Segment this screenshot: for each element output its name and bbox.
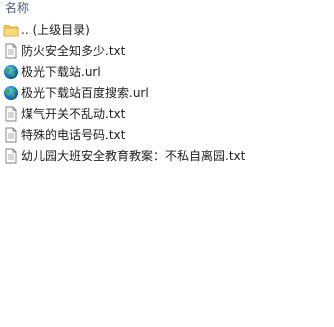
folder-icon xyxy=(3,22,19,38)
file-row[interactable]: 煤气开关不乱动.txt xyxy=(0,104,334,125)
file-row[interactable]: 特殊的电话号码.txt xyxy=(0,125,334,146)
file-name: 特殊的电话号码.txt xyxy=(21,128,126,142)
file-row[interactable]: 幼儿园大班安全教育教案：不私自离园.txt xyxy=(0,146,334,167)
file-name: 煤气开关不乱动.txt xyxy=(21,107,126,121)
file-name: 极光下载站.url xyxy=(21,65,101,79)
file-row[interactable]: 防火安全知多少.txt xyxy=(0,41,334,62)
globe-link-icon xyxy=(3,85,19,101)
file-row[interactable]: 极光下载站百度搜索.url xyxy=(0,83,334,104)
text-file-icon xyxy=(3,148,19,164)
file-row[interactable]: 极光下载站.url xyxy=(0,62,334,83)
file-name: .. (上级目录) xyxy=(21,23,90,37)
text-file-icon xyxy=(3,43,19,59)
file-name: 极光下载站百度搜索.url xyxy=(21,86,149,100)
file-list-pane: 名称 .. (上级目录) 防火安全知多少.txt 极光下载站.url 极光下载站… xyxy=(0,0,334,327)
text-file-icon xyxy=(3,106,19,122)
file-row-parent-directory[interactable]: .. (上级目录) xyxy=(0,20,334,41)
column-header-name-label: 名称 xyxy=(5,1,30,15)
file-name: 幼儿园大班安全教育教案：不私自离园.txt xyxy=(21,149,246,163)
globe-link-icon xyxy=(3,64,19,80)
column-header-name[interactable]: 名称 xyxy=(0,0,334,18)
file-name: 防火安全知多少.txt xyxy=(21,44,126,58)
text-file-icon xyxy=(3,127,19,143)
